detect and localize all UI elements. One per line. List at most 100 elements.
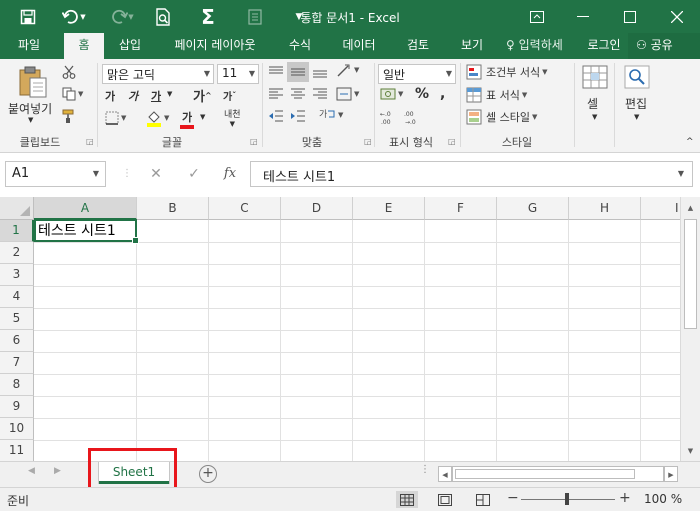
column-header-f[interactable]: F bbox=[425, 197, 497, 220]
format-painter-icon[interactable] bbox=[62, 109, 76, 123]
merge-center-icon[interactable]: ▼ bbox=[336, 87, 359, 101]
maximize-icon[interactable] bbox=[607, 0, 653, 33]
scroll-down-icon[interactable]: ▼ bbox=[683, 443, 698, 459]
tell-me-box[interactable]: ♀ 입력하세 bbox=[506, 33, 563, 59]
new-sheet-icon[interactable]: + bbox=[199, 465, 217, 483]
row-header-10[interactable]: 10 bbox=[0, 418, 34, 440]
grow-font-button[interactable]: 가 ^ bbox=[193, 86, 212, 105]
underline-button[interactable]: 가 bbox=[151, 88, 161, 104]
collapse-ribbon-icon[interactable]: ^ bbox=[686, 137, 694, 147]
increase-indent-icon[interactable] bbox=[290, 109, 306, 123]
row-header-7[interactable]: 7 bbox=[0, 352, 34, 374]
row-header-9[interactable]: 9 bbox=[0, 396, 34, 418]
customize-qat-icon[interactable]: ▼ bbox=[284, 0, 314, 33]
column-header-b[interactable]: B bbox=[137, 197, 209, 220]
minimize-icon[interactable] bbox=[560, 0, 606, 33]
underline-dropdown-icon[interactable]: ▼ bbox=[167, 90, 172, 98]
cells-dropdown-icon[interactable]: ▼ bbox=[592, 113, 597, 121]
clipboard-launcher-icon[interactable]: ◲ bbox=[86, 137, 94, 146]
cut-icon[interactable] bbox=[62, 65, 76, 79]
autosum-icon[interactable]: Σ bbox=[193, 0, 223, 33]
comma-style-icon[interactable]: , bbox=[440, 86, 445, 102]
formula-bar-grip-icon[interactable]: ⋮ bbox=[115, 163, 139, 185]
column-header-i[interactable]: I bbox=[641, 197, 680, 220]
page-break-view-icon[interactable] bbox=[472, 491, 494, 508]
enter-icon[interactable]: ✓ bbox=[182, 163, 206, 185]
accounting-format-icon[interactable]: ▼ bbox=[380, 87, 403, 101]
column-header-d[interactable]: D bbox=[281, 197, 353, 220]
align-top-icon[interactable] bbox=[268, 65, 284, 79]
shrink-font-button[interactable]: 가ˇ bbox=[223, 88, 236, 103]
horizontal-scrollbar[interactable] bbox=[452, 466, 664, 482]
tab-insert[interactable]: 삽입 bbox=[110, 33, 150, 59]
insert-function-icon[interactable]: fx bbox=[218, 163, 242, 185]
font-size-combo[interactable]: 11 ▼ bbox=[217, 64, 259, 84]
redo-dropdown-icon[interactable]: ▼ bbox=[124, 0, 138, 33]
row-header-4[interactable]: 4 bbox=[0, 286, 34, 308]
cells-button[interactable]: 셀 bbox=[587, 95, 598, 112]
editing-button[interactable]: 편집 bbox=[625, 95, 647, 112]
editing-dropdown-icon[interactable]: ▼ bbox=[634, 113, 639, 121]
conditional-formatting-button[interactable]: 조건부 서식 ▼ bbox=[466, 64, 548, 80]
row-header-6[interactable]: 6 bbox=[0, 330, 34, 352]
column-header-a[interactable]: A bbox=[34, 197, 137, 220]
save-icon[interactable] bbox=[13, 0, 43, 33]
scroll-up-icon[interactable]: ▲ bbox=[683, 200, 698, 216]
normal-view-icon[interactable] bbox=[396, 491, 418, 508]
search-icon[interactable] bbox=[624, 65, 650, 89]
formula-input[interactable]: 테스트 시트1 ▼ bbox=[250, 161, 693, 187]
sheet-next-icon[interactable]: ▶ bbox=[54, 466, 61, 476]
tab-split-icon[interactable]: ⋮ bbox=[420, 464, 430, 475]
zoom-out-icon[interactable]: − bbox=[507, 490, 519, 506]
tab-data[interactable]: 데이터 bbox=[334, 33, 384, 59]
share-button[interactable]: ⚇ 공유 bbox=[628, 33, 700, 59]
vertical-scroll-thumb[interactable] bbox=[684, 219, 697, 329]
vertical-scrollbar[interactable]: ▲ ▼ bbox=[680, 197, 700, 461]
tab-page-layout[interactable]: 페이지 레이아웃 bbox=[164, 33, 266, 59]
tab-view[interactable]: 보기 bbox=[452, 33, 492, 59]
close-icon[interactable] bbox=[654, 0, 700, 33]
tab-home[interactable]: 홈 bbox=[64, 33, 104, 59]
align-center-icon[interactable] bbox=[290, 87, 306, 101]
scroll-left-icon[interactable]: ◀ bbox=[438, 466, 452, 482]
column-header-c[interactable]: C bbox=[209, 197, 281, 220]
decrease-decimal-icon[interactable]: .00 →.0 bbox=[404, 109, 424, 125]
tab-file[interactable]: 파일 bbox=[10, 33, 48, 59]
column-header-e[interactable]: E bbox=[353, 197, 425, 220]
cell-styles-button[interactable]: 셀 스타일 ▼ bbox=[466, 109, 537, 125]
increase-decimal-icon[interactable]: ←.0.00 bbox=[380, 109, 400, 125]
column-header-g[interactable]: G bbox=[497, 197, 569, 220]
wrap-text-icon[interactable]: 가 ▼ bbox=[318, 107, 343, 123]
font-name-combo[interactable]: 맑은 고딕 ▼ bbox=[102, 64, 214, 84]
undo-dropdown-icon[interactable]: ▼ bbox=[76, 0, 90, 33]
row-header-8[interactable]: 8 bbox=[0, 374, 34, 396]
zoom-level[interactable]: 100 % bbox=[644, 492, 682, 506]
cancel-icon[interactable]: ✕ bbox=[144, 163, 168, 185]
row-header-2[interactable]: 2 bbox=[0, 242, 34, 264]
tab-review[interactable]: 검토 bbox=[398, 33, 438, 59]
decrease-indent-icon[interactable] bbox=[268, 109, 284, 123]
worksheet-grid[interactable]: A B C D E F G H I 1 2 3 4 5 6 7 8 9 10 1… bbox=[0, 197, 680, 461]
phonetic-button[interactable]: 내천 ▼ bbox=[224, 107, 241, 128]
sign-in-link[interactable]: 로그인 bbox=[582, 33, 626, 59]
format-as-table-button[interactable]: 표 서식 ▼ bbox=[466, 87, 527, 103]
form-icon[interactable] bbox=[240, 0, 270, 33]
row-header-3[interactable]: 3 bbox=[0, 264, 34, 286]
borders-icon[interactable]: ▼ bbox=[105, 111, 126, 125]
alignment-launcher-icon[interactable]: ◲ bbox=[364, 137, 372, 146]
row-header-11[interactable]: 11 bbox=[0, 440, 34, 461]
number-launcher-icon[interactable]: ◲ bbox=[448, 137, 456, 146]
row-header-1[interactable]: 1 bbox=[0, 220, 34, 242]
bold-button[interactable]: 가 bbox=[105, 88, 115, 104]
print-preview-icon[interactable] bbox=[148, 0, 178, 33]
column-header-h[interactable]: H bbox=[569, 197, 641, 220]
scroll-right-icon[interactable]: ▶ bbox=[664, 466, 678, 482]
font-launcher-icon[interactable]: ◲ bbox=[250, 137, 258, 146]
font-color-button[interactable]: 가 bbox=[180, 109, 194, 129]
align-left-icon[interactable] bbox=[268, 87, 284, 101]
horizontal-scroll-thumb[interactable] bbox=[455, 469, 635, 479]
align-bottom-icon[interactable] bbox=[312, 65, 328, 79]
select-all-button[interactable] bbox=[0, 197, 34, 220]
paste-dropdown-icon[interactable]: ▼ bbox=[28, 116, 33, 124]
zoom-slider-thumb[interactable] bbox=[565, 493, 569, 505]
